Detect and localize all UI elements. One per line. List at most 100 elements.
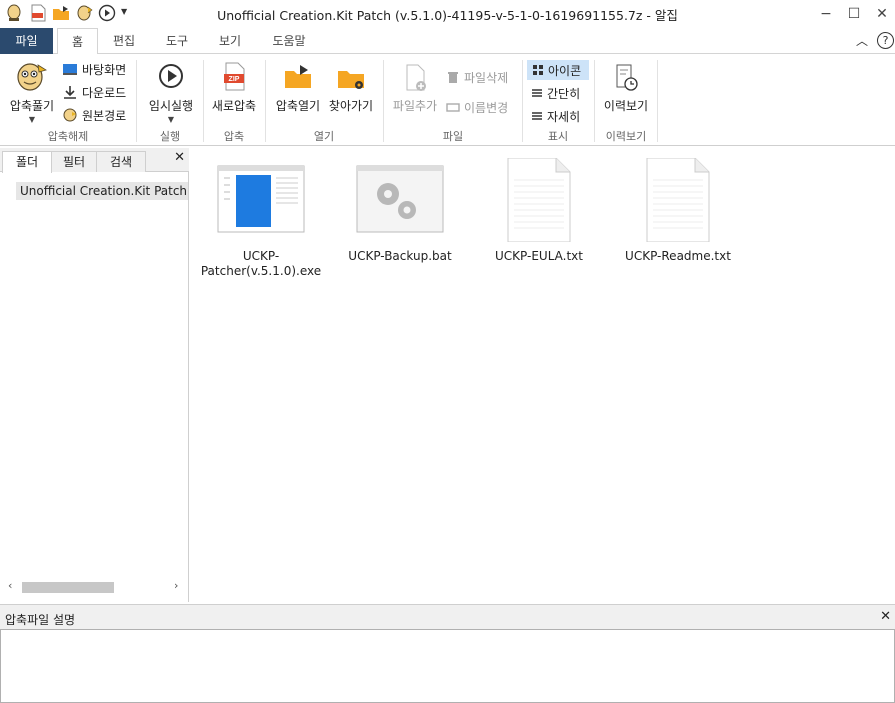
file-name: UCKP-EULA.txt xyxy=(495,249,583,263)
view-simple-button[interactable]: 간단히 xyxy=(531,83,580,103)
group-label-extract: 압축해제 xyxy=(47,130,89,143)
temp-run-label: 임시실행 xyxy=(148,99,194,113)
view-icon-label: 아이콘 xyxy=(548,63,582,78)
tab-help[interactable]: 도움말 xyxy=(263,28,315,54)
group-label-history: 이력보기 xyxy=(605,130,647,143)
tab-filter[interactable]: 필터 xyxy=(51,151,97,172)
customize-dropdown-icon[interactable]: ▼ xyxy=(121,7,127,16)
view-simple-label: 간단히 xyxy=(547,86,581,101)
group-label-view: 표시 xyxy=(547,130,569,143)
extract-desktop-label: 바탕화면 xyxy=(82,62,127,77)
tab-search[interactable]: 검색 xyxy=(96,151,146,172)
close-description-button[interactable]: ✕ xyxy=(880,609,891,624)
tab-folder[interactable]: 폴더 xyxy=(2,151,52,173)
history-icon xyxy=(616,64,638,91)
horizontal-scrollbar[interactable]: ‹ › xyxy=(2,578,186,596)
title-bar: ▼ Unofficial Creation.Kit Patch (v.5.1.0… xyxy=(0,0,895,28)
history-button[interactable]: 이력보기 xyxy=(598,60,654,114)
extract-mascot-icon xyxy=(17,63,47,91)
play-icon[interactable] xyxy=(98,4,116,22)
collapse-ribbon-icon[interactable]: ︿ xyxy=(856,32,868,49)
temp-run-button[interactable]: 임시실행 ▼ xyxy=(143,60,199,124)
file-name: UCKP-Readme.txt xyxy=(625,249,731,263)
file-item-bat[interactable]: UCKP-Backup.bat xyxy=(335,158,465,264)
list-icon xyxy=(532,89,542,97)
delete-file-label: 파일삭제 xyxy=(464,70,509,85)
new-compress-button[interactable]: ZIP 새로압축 xyxy=(208,60,260,114)
file-name-line2: Patcher(v.5.1.0).exe xyxy=(200,264,322,278)
svg-text:ZIP: ZIP xyxy=(229,76,240,83)
delete-file-button[interactable]: 파일삭제 xyxy=(446,67,508,87)
help-icon[interactable]: ? xyxy=(877,32,894,49)
archive-description-textbox[interactable] xyxy=(0,629,895,703)
tree-item-archive-root[interactable]: 7Z Unofficial Creation.Kit Patch (v.5.1.… xyxy=(16,182,188,200)
group-label-compress: 압축 xyxy=(223,130,245,143)
app-logo-icon[interactable] xyxy=(5,4,23,22)
folder-panel: 폴더 필터 검색 ✕ 7Z Unofficial Creation.Kit Pa… xyxy=(0,148,189,602)
group-label-file: 파일 xyxy=(442,130,464,143)
desktop-icon xyxy=(63,64,77,75)
file-item-exe[interactable]: UCKP- Patcher(v.5.1.0).exe xyxy=(196,158,326,279)
trash-icon xyxy=(448,72,458,83)
bat-file-icon xyxy=(356,165,444,233)
close-panel-button[interactable]: ✕ xyxy=(174,150,185,165)
extract-button[interactable]: 압축풀기 ▼ xyxy=(6,60,58,124)
play-circle-icon xyxy=(159,64,183,88)
tab-file[interactable]: 파일 xyxy=(0,28,53,54)
extract-dropdown-icon[interactable]: ▼ xyxy=(6,115,58,124)
scroll-left-icon[interactable]: ‹ xyxy=(8,579,12,592)
group-divider xyxy=(657,60,658,142)
add-file-label: 파일추가 xyxy=(392,99,438,113)
rename-icon xyxy=(446,103,460,112)
tree-item-label: Unofficial Creation.Kit Patch (v.5.1.0) xyxy=(20,184,188,198)
original-path-icon xyxy=(63,108,77,122)
tab-edit[interactable]: 편집 xyxy=(104,28,144,54)
file-name-line1: UCKP- xyxy=(242,249,280,263)
extract-downloads-label: 다운로드 xyxy=(82,85,127,100)
add-file-icon xyxy=(406,64,426,91)
exe-file-icon xyxy=(217,165,305,233)
download-icon xyxy=(64,86,76,99)
open-archive-button[interactable]: 압축열기 xyxy=(271,60,325,114)
ribbon: 압축풀기 ▼ 바탕화면 다운로드 원본경로 압축해제 임시실행 ▼ 실행 ZIP… xyxy=(0,54,895,146)
view-detail-button[interactable]: 자세히 xyxy=(531,106,580,126)
add-file-button[interactable]: 파일추가 xyxy=(388,60,442,114)
file-item-readme[interactable]: UCKP-Readme.txt xyxy=(613,157,743,264)
open-archive-label: 압축열기 xyxy=(275,99,321,113)
extract-original-path-label: 원본경로 xyxy=(82,108,127,123)
history-label: 이력보기 xyxy=(603,99,649,113)
group-label-open: 열기 xyxy=(313,130,335,143)
tab-view[interactable]: 보기 xyxy=(210,28,250,54)
extract-desktop-button[interactable]: 바탕화면 xyxy=(62,59,126,79)
temp-run-dropdown-icon[interactable]: ▼ xyxy=(143,115,199,124)
find-location-label: 찾아가기 xyxy=(328,99,374,113)
extract-label: 압축풀기 xyxy=(9,99,55,113)
extract-downloads-button[interactable]: 다운로드 xyxy=(62,82,126,102)
group-label-run: 실행 xyxy=(159,130,181,143)
minimize-button[interactable]: − xyxy=(811,3,841,25)
view-detail-label: 자세히 xyxy=(547,109,581,124)
extract-original-path-button[interactable]: 원본경로 xyxy=(62,105,126,125)
view-icon-button[interactable]: 아이콘 xyxy=(527,60,589,80)
tab-home[interactable]: 홈 xyxy=(57,28,98,55)
scroll-thumb[interactable] xyxy=(22,582,114,593)
new-zip-icon[interactable] xyxy=(29,4,47,22)
maximize-button[interactable]: ☐ xyxy=(839,3,869,25)
text-file-icon xyxy=(646,157,710,243)
rename-button[interactable]: 이름변경 xyxy=(446,97,508,117)
archive-description-header: 압축파일 설명 ✕ xyxy=(0,604,895,629)
window-title: Unofficial Creation.Kit Patch (v.5.1.0)-… xyxy=(217,8,678,23)
file-item-eula[interactable]: UCKP-EULA.txt xyxy=(474,157,604,264)
extract-icon[interactable] xyxy=(76,4,94,22)
tab-tools[interactable]: 도구 xyxy=(157,28,197,54)
file-name: UCKP-Backup.bat xyxy=(348,249,452,263)
ribbon-tabs: 파일 홈 편집 도구 보기 도움말 ︿ ? xyxy=(0,28,895,55)
close-button[interactable]: ✕ xyxy=(867,3,895,25)
grid-icon xyxy=(533,65,543,75)
open-folder-icon[interactable] xyxy=(52,4,70,22)
zip-file-icon: ZIP xyxy=(224,62,245,91)
side-panel-tabs: 폴더 필터 검색 ✕ xyxy=(0,148,189,173)
find-location-button[interactable]: 찾아가기 xyxy=(325,60,377,114)
archive-description-title: 압축파일 설명 xyxy=(5,613,76,627)
scroll-right-icon[interactable]: › xyxy=(174,579,178,592)
